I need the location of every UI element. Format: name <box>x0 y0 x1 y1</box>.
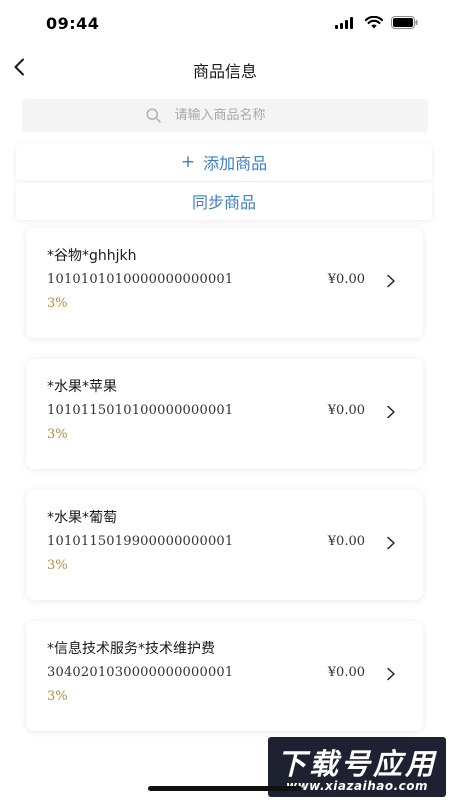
product-name: *水果*苹果 <box>47 379 117 395</box>
product-tax-rate: 3% <box>47 296 68 311</box>
status-time: 09:44 <box>46 14 100 33</box>
home-indicator <box>148 786 302 791</box>
search-box[interactable] <box>22 99 428 132</box>
plus-icon: + <box>180 152 196 172</box>
page-title: 商品信息 <box>192 62 257 81</box>
product-name: *信息技术服务*技术维护费 <box>47 641 215 657</box>
product-tax-rate: 3% <box>47 689 68 704</box>
sync-products-label: 同步商品 <box>191 193 256 212</box>
chevron-right-icon <box>387 536 395 550</box>
add-product-label: 添加商品 <box>203 154 268 173</box>
product-code: 1010115010100000000001 <box>47 403 234 418</box>
nav-bar: 商品信息 <box>0 46 450 90</box>
product-code: 1010115019900000000001 <box>47 534 234 549</box>
product-price: ¥0.00 <box>327 534 365 549</box>
watermark-title: 下载号应用 <box>276 747 437 781</box>
search-icon <box>145 108 161 123</box>
product-name: *谷物*ghhjkh <box>47 248 137 264</box>
chevron-right-icon <box>387 667 395 681</box>
status-icons <box>335 16 418 29</box>
product-card[interactable]: *信息技术服务*技术维护费 3040201030000000000001 ¥0.… <box>26 621 423 731</box>
product-code: 3040201030000000000001 <box>47 665 234 680</box>
product-tax-rate: 3% <box>47 558 68 573</box>
product-code: 1010101010000000000001 <box>47 272 234 287</box>
product-card[interactable]: *水果*葡萄 1010115019900000000001 ¥0.00 3% <box>26 490 423 600</box>
wifi-icon <box>365 16 383 29</box>
search-input[interactable] <box>174 108 305 123</box>
product-price: ¥0.00 <box>327 665 365 680</box>
status-bar: 09:44 <box>0 0 450 46</box>
chevron-right-icon <box>387 405 395 419</box>
add-product-button[interactable]: + 添加商品 <box>16 143 432 181</box>
battery-icon <box>391 16 418 29</box>
product-price: ¥0.00 <box>327 272 365 287</box>
sync-products-button[interactable]: 同步商品 <box>16 182 432 220</box>
chevron-right-icon <box>387 274 395 288</box>
product-tax-rate: 3% <box>47 427 68 442</box>
product-price: ¥0.00 <box>327 403 365 418</box>
product-name: *水果*葡萄 <box>47 510 117 526</box>
product-card[interactable]: *谷物*ghhjkh 1010101010000000000001 ¥0.00 … <box>26 228 423 338</box>
signal-bars-icon <box>335 16 353 29</box>
product-card[interactable]: *水果*苹果 1010115010100000000001 ¥0.00 3% <box>26 359 423 469</box>
